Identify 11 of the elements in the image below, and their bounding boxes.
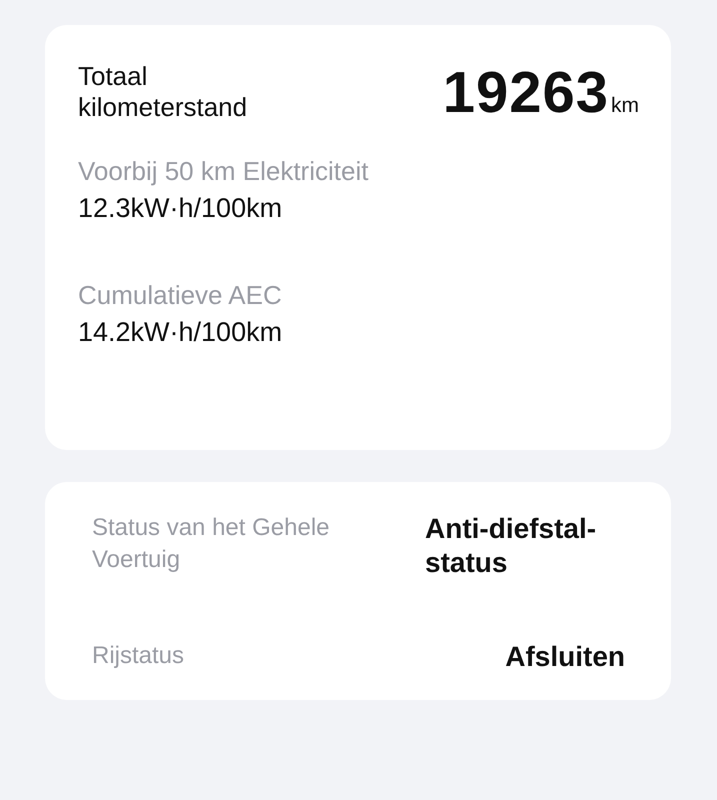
stat-label: Cumulatieve AEC: [78, 279, 283, 312]
stat-value: 12.3kW·h/100km: [78, 192, 284, 225]
stat-label: Voorbij 50 km Elektriciteit: [78, 155, 370, 188]
status-value: Afsluiten: [505, 640, 625, 674]
odometer-value: 19263: [442, 59, 609, 126]
odometer-label: Totaal kilometerstand: [78, 61, 248, 123]
status-label: Status van het Gehele Voertuig: [92, 513, 330, 575]
odometer-unit: km: [611, 94, 639, 118]
stat-value: 14.2kW·h/100km: [78, 316, 284, 349]
status-value: Anti-diefstal-status: [425, 512, 598, 580]
status-label: Rijstatus: [92, 641, 186, 671]
